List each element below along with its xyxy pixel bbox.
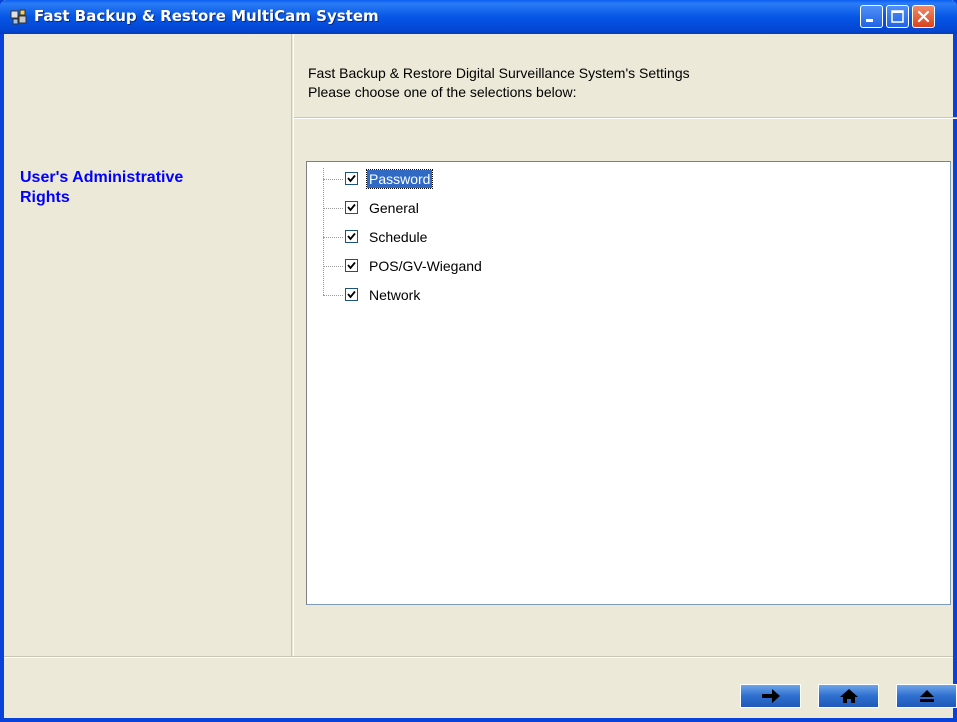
tree-branch-line bbox=[323, 208, 343, 209]
next-button[interactable] bbox=[740, 684, 801, 708]
close-icon bbox=[917, 10, 930, 23]
left-panel: User's Administrative Rights bbox=[4, 34, 292, 656]
tree-item-label[interactable]: POS/GV-Wiegand bbox=[367, 257, 484, 275]
general-checkbox[interactable] bbox=[345, 201, 358, 214]
minimize-button[interactable] bbox=[860, 5, 883, 28]
header-divider bbox=[294, 117, 957, 119]
tree-item-label[interactable]: Schedule bbox=[367, 228, 429, 246]
tree-branch-line bbox=[323, 295, 343, 296]
settings-header: Fast Backup & Restore Digital Surveillan… bbox=[308, 64, 690, 102]
title-bar[interactable]: Fast Backup & Restore MultiCam System bbox=[0, 0, 957, 34]
window-title: Fast Backup & Restore MultiCam System bbox=[34, 7, 379, 25]
checkmark-icon bbox=[347, 174, 356, 183]
network-checkbox[interactable] bbox=[345, 288, 358, 301]
tree-branch-line bbox=[323, 179, 343, 180]
vertical-divider bbox=[293, 34, 294, 656]
maximize-button[interactable] bbox=[886, 5, 909, 28]
tree-item-label[interactable]: Password bbox=[365, 169, 434, 189]
checkmark-icon bbox=[347, 203, 356, 212]
pos-gv-wiegand-checkbox[interactable] bbox=[345, 259, 358, 272]
close-button[interactable] bbox=[912, 5, 935, 28]
minimize-icon bbox=[866, 19, 873, 22]
exit-button[interactable] bbox=[896, 684, 957, 708]
tree-item-label[interactable]: General bbox=[367, 199, 421, 217]
footer-divider bbox=[4, 656, 953, 658]
app-window: Fast Backup & Restore MultiCam System Us… bbox=[0, 0, 957, 722]
settings-header-line1: Fast Backup & Restore Digital Surveillan… bbox=[308, 65, 690, 81]
home-icon bbox=[839, 689, 858, 703]
checkmark-icon bbox=[347, 290, 356, 299]
tree-item-label[interactable]: Network bbox=[367, 286, 422, 304]
checkmark-icon bbox=[347, 261, 356, 270]
eject-icon bbox=[919, 690, 934, 702]
tree-branch-line bbox=[323, 266, 343, 267]
arrow-right-icon bbox=[761, 689, 780, 703]
home-button[interactable] bbox=[818, 684, 879, 708]
settings-header-line2: Please choose one of the selections belo… bbox=[308, 84, 577, 100]
tree-connector-line bbox=[323, 168, 324, 295]
section-title: User's Administrative Rights bbox=[20, 169, 184, 206]
checkmark-icon bbox=[347, 232, 356, 241]
tree-branch-line bbox=[323, 237, 343, 238]
app-icon bbox=[10, 9, 27, 25]
password-checkbox[interactable] bbox=[345, 172, 358, 185]
schedule-checkbox[interactable] bbox=[345, 230, 358, 243]
settings-tree[interactable]: Password General Schedule POS/GV-Wiegand bbox=[306, 161, 951, 605]
maximize-icon bbox=[891, 10, 904, 23]
